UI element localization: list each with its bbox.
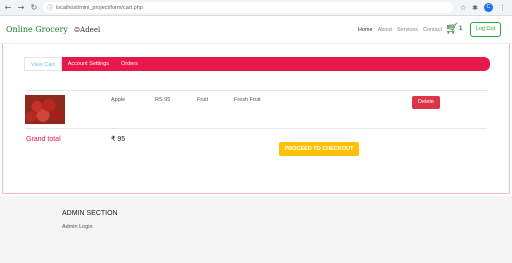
product-image (25, 95, 65, 124)
menu-icon[interactable]: ⋮ (499, 4, 506, 12)
item-type: Fresh Fruit (234, 97, 261, 103)
nav-home[interactable]: Home (358, 27, 373, 33)
row-divider (25, 128, 487, 129)
grand-total-label: Grand total (26, 136, 61, 143)
star-icon[interactable]: ☆ (460, 4, 466, 12)
extensions-icon[interactable]: ✱ (472, 4, 478, 12)
browser-toolbar: ← → ↻ ⓘ localhost/mini_project/form/cart… (0, 0, 512, 16)
delete-button[interactable]: Delete (412, 96, 440, 109)
tab-orders[interactable]: Orders (115, 57, 144, 71)
tab-view-cart[interactable]: View Cart (24, 57, 62, 71)
back-icon[interactable]: ← (3, 3, 13, 13)
nav-services[interactable]: Services (397, 27, 418, 33)
cart-count: 1 (459, 26, 463, 32)
item-name: Apple (111, 97, 126, 103)
profile-avatar[interactable]: C (484, 3, 493, 12)
nav-about[interactable]: About (378, 27, 392, 33)
brand-logo[interactable]: Online Grocery (6, 25, 68, 34)
checkout-button[interactable]: PROCEED TO CHECKOUT (279, 142, 359, 156)
info-icon[interactable]: ⓘ (47, 3, 53, 12)
tab-account-settings[interactable]: Account Settings (62, 57, 115, 71)
nav-links: Home About Services Contact (358, 27, 442, 33)
admin-login-link[interactable]: Admin Login (62, 224, 93, 230)
row-divider (25, 90, 487, 91)
reload-icon[interactable]: ↻ (29, 3, 39, 13)
address-bar[interactable]: ⓘ localhost/mini_project/form/cart.php (43, 2, 453, 13)
site-navbar: Online Grocery ☺Adeel Home About Service… (0, 16, 512, 44)
account-tabs: View Cart Account Settings Orders (24, 57, 490, 71)
url-text: localhost/mini_project/form/cart.php (56, 4, 143, 11)
item-price: RS 95 (155, 97, 171, 103)
admin-section-title: ADMIN SECTION (62, 210, 118, 217)
grand-total-value: ₹ 95 (111, 136, 126, 143)
footer: ADMIN SECTION Admin Login (0, 196, 512, 263)
item-category: Fruit (197, 97, 208, 103)
forward-icon[interactable]: → (16, 3, 26, 13)
user-name: ☺Adeel (73, 25, 101, 34)
cart-icon[interactable]: 🛒︎ (445, 22, 459, 35)
nav-contact[interactable]: Contact (423, 27, 442, 33)
logout-button[interactable]: Log Out (470, 22, 501, 37)
